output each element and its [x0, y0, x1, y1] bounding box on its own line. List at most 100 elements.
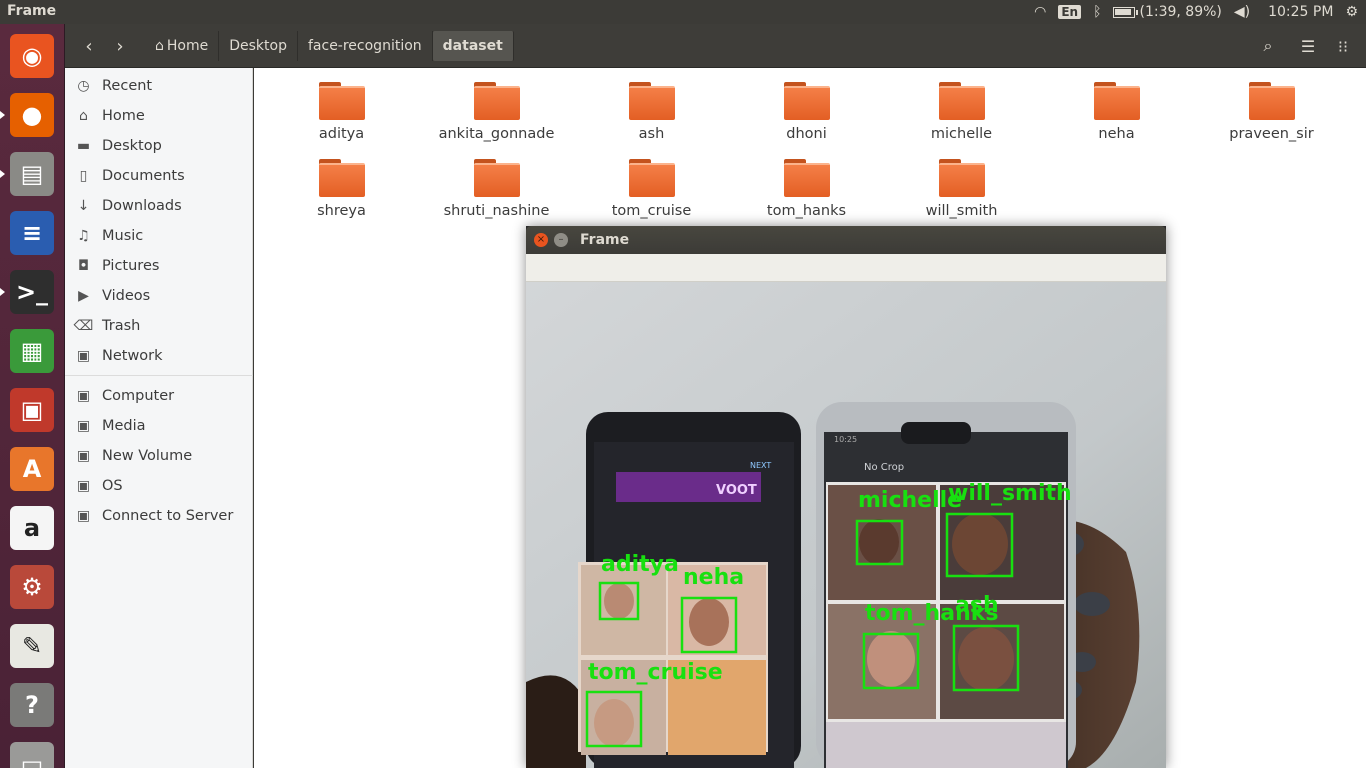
pictures-icon: ◘ — [77, 258, 90, 274]
launcher-terminal[interactable]: >_ — [6, 266, 58, 318]
sidebar-item-os[interactable]: ▣ OS — [65, 471, 253, 501]
sidebar-item-media[interactable]: ▣ Media — [65, 411, 253, 441]
launcher-software[interactable]: A — [6, 443, 58, 495]
launcher-drive[interactable]: ▭ — [6, 738, 58, 768]
sidebar-item-trash[interactable]: ⌫ Trash — [65, 311, 253, 341]
battery-text: (1:39, 89%) — [1139, 4, 1222, 20]
frame-titlebar[interactable]: × – Frame — [526, 226, 1166, 254]
bluetooth-icon[interactable]: ᛒ — [1093, 4, 1101, 20]
detection-label-ash: ash — [955, 593, 999, 618]
launcher: ◉ ● ▤ ≡ >_ ▦ ▣ Aa ⚙ ✎? ▭ — [0, 24, 65, 768]
breadcrumb-dataset[interactable]: dataset — [432, 31, 514, 61]
right-phone-status: 10:25 — [834, 435, 857, 444]
right-phone-notch — [901, 422, 971, 444]
volume-icon[interactable]: ◀) — [1234, 4, 1250, 20]
drive-icon: ▣ — [76, 478, 91, 494]
sidebar-item-home[interactable]: ⌂ Home — [65, 101, 253, 131]
close-button[interactable]: × — [534, 233, 548, 247]
search-button[interactable]: ⌕ — [1253, 31, 1283, 61]
face-tom-hanks — [867, 631, 915, 687]
sidebar-item-label: Trash — [102, 318, 141, 334]
launcher-calc[interactable]: ▦ — [6, 325, 58, 377]
folder-label: will_smith — [925, 203, 998, 219]
breadcrumb-label: Desktop — [229, 38, 287, 54]
launcher-firefox[interactable]: ● — [6, 89, 58, 141]
search-icon: ⌕ — [1263, 36, 1273, 55]
folder-item[interactable]: ash — [574, 82, 729, 142]
folder-item[interactable]: ankita_gonnade — [419, 82, 574, 142]
folder-item[interactable]: tom_cruise — [574, 159, 729, 219]
folder-item[interactable]: shruti_nashine — [419, 159, 574, 219]
help-icon: ? — [10, 683, 54, 727]
sidebar-item-videos[interactable]: ▶ Videos — [65, 281, 253, 311]
launcher-text-editor[interactable]: ✎ — [6, 620, 58, 672]
launcher-impress[interactable]: ▣ — [6, 384, 58, 436]
breadcrumb-face-recognition[interactable]: face-recognition — [298, 31, 433, 61]
folder-item[interactable]: will_smith — [884, 159, 1039, 219]
folder-item[interactable]: michelle — [884, 82, 1039, 142]
sidebar-item-music[interactable]: ♫ Music — [65, 221, 253, 251]
sidebar-item-label: Connect to Server — [102, 508, 234, 524]
folder-item[interactable]: aditya — [264, 82, 419, 142]
folder-item[interactable]: praveen_sir — [1194, 82, 1349, 142]
folder-icon — [783, 82, 830, 120]
list-view-button[interactable]: ☰ — [1293, 31, 1323, 61]
keyboard-layout-indicator[interactable]: En — [1058, 5, 1082, 19]
clock[interactable]: 10:25 PM — [1268, 4, 1333, 20]
folder-item[interactable]: neha — [1039, 82, 1194, 142]
battery-indicator[interactable]: (1:39, 89%) — [1113, 4, 1222, 20]
menu-button[interactable]: ⁝⁝ — [1328, 31, 1358, 61]
folder-label: tom_cruise — [611, 203, 692, 219]
detection-label-aditya: aditya — [601, 552, 679, 577]
launcher-files[interactable]: ▤ — [6, 148, 58, 200]
folder-item[interactable]: shreya — [264, 159, 419, 219]
calc-icon: ▦ — [10, 329, 54, 373]
face-michelle — [859, 519, 899, 565]
videos-icon: ▶ — [78, 288, 89, 304]
sidebar-item-downloads[interactable]: ↓ Downloads — [65, 191, 253, 221]
camera-frame: VOOT NEXT No Crop 10:25 aditya neha tom_… — [526, 282, 1166, 768]
firefox-icon: ● — [10, 93, 54, 137]
system-gear-icon[interactable]: ⚙ — [1345, 4, 1358, 20]
home-icon: ⌂ — [79, 108, 88, 124]
sidebar-item-computer[interactable]: ▣ Computer — [65, 381, 253, 411]
top-panel: Frame ◠ En ᛒ (1:39, 89%) ◀) 10:25 PM ⚙ — [0, 0, 1366, 24]
back-button[interactable]: ‹ — [74, 31, 104, 61]
wifi-icon[interactable]: ◠ — [1034, 4, 1046, 20]
right-phone-header-text: No Crop — [864, 462, 904, 473]
indicator-area: ◠ En ᛒ (1:39, 89%) ◀) 10:25 PM ⚙ — [1034, 0, 1358, 24]
sidebar-item-label: Computer — [102, 388, 175, 404]
server-icon: ▣ — [76, 508, 91, 524]
breadcrumb-desktop[interactable]: Desktop — [219, 31, 298, 61]
sidebar-item-recent[interactable]: ◷ Recent — [65, 71, 253, 101]
grid-menu-icon: ⁝⁝ — [1337, 36, 1349, 56]
sidebar-item-documents[interactable]: ▯ Documents — [65, 161, 253, 191]
launcher-help[interactable]: ? — [6, 679, 58, 731]
sidebar-item-network[interactable]: ▣ Network — [65, 341, 253, 371]
minimize-button[interactable]: – — [554, 233, 568, 247]
settings-icon: ⚙ — [10, 565, 54, 609]
detection-label-tom-cruise: tom_cruise — [588, 660, 723, 685]
left-phone-banner-text: VOOT — [716, 483, 757, 498]
folder-label: ankita_gonnade — [438, 126, 555, 142]
face-neha — [689, 598, 729, 646]
drive-icon: ▣ — [76, 448, 91, 464]
folder-item[interactable]: dhoni — [729, 82, 884, 142]
launcher-ubuntu-dash[interactable]: ◉ — [6, 30, 58, 82]
folder-item[interactable]: tom_hanks — [729, 159, 884, 219]
face-ash — [958, 627, 1014, 691]
sidebar-item-desktop[interactable]: ▬ Desktop — [65, 131, 253, 161]
sidebar-item-connect-to-server[interactable]: ▣ Connect to Server — [65, 501, 253, 531]
launcher-amazon[interactable]: a — [6, 502, 58, 554]
folder-label: michelle — [930, 126, 993, 142]
forward-button[interactable]: › — [105, 31, 135, 61]
launcher-settings[interactable]: ⚙ — [6, 561, 58, 613]
text-editor-icon: ✎ — [10, 624, 54, 668]
files-icon: ▤ — [10, 152, 54, 196]
breadcrumb-home[interactable]: ⌂ Home — [145, 31, 220, 61]
documents-icon: ▯ — [79, 168, 88, 184]
launcher-writer[interactable]: ≡ — [6, 207, 58, 259]
sidebar-item-label: Videos — [102, 288, 151, 304]
sidebar-item-new-volume[interactable]: ▣ New Volume — [65, 441, 253, 471]
sidebar-item-pictures[interactable]: ◘ Pictures — [65, 251, 253, 281]
